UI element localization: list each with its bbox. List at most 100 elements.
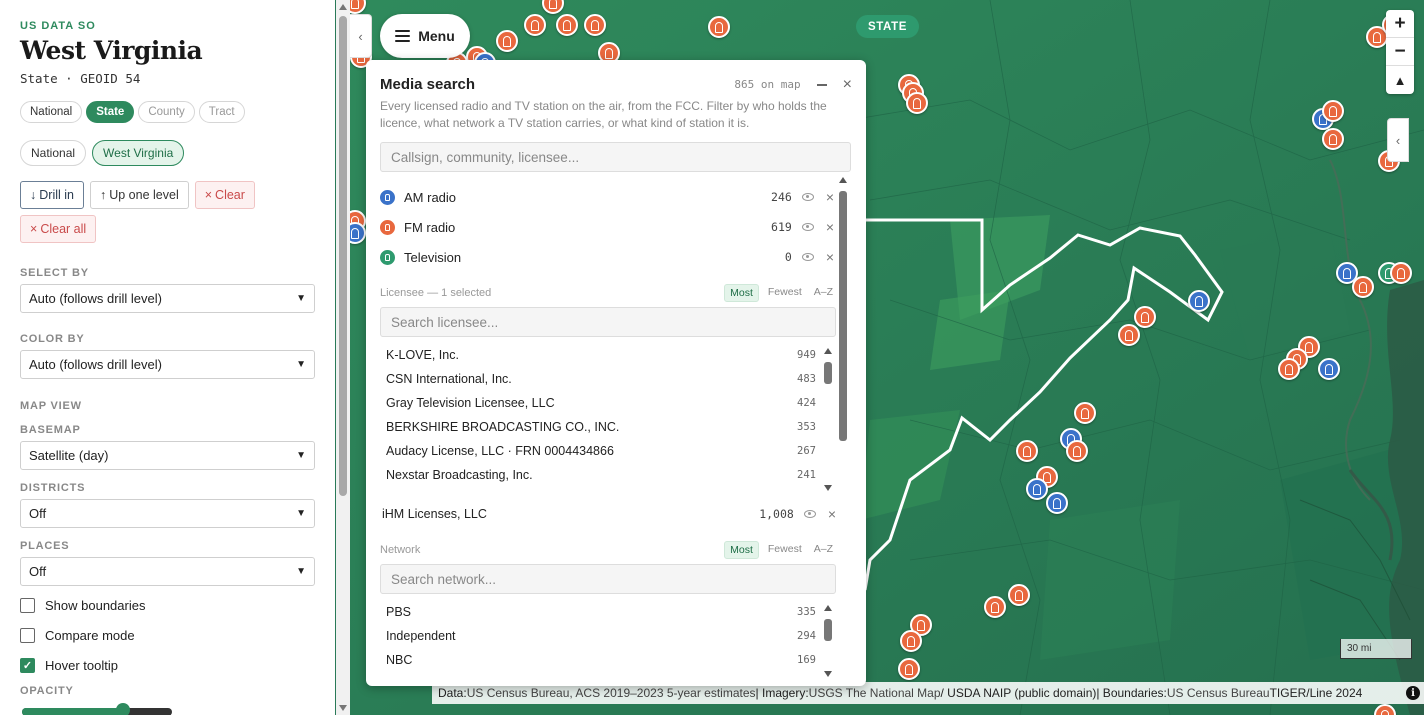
level-county[interactable]: County <box>138 101 195 123</box>
compare-mode-toggle[interactable]: Compare mode <box>20 628 315 643</box>
menu-button[interactable]: Menu <box>380 14 470 58</box>
fm-station-marker[interactable] <box>524 14 546 36</box>
am-station-marker[interactable] <box>1046 492 1068 514</box>
color-by-dropdown[interactable]: Auto (follows drill level) ▼ <box>20 350 315 379</box>
close-icon[interactable]: × <box>828 507 836 521</box>
list-item[interactable]: Audacy License, LLC · FRN 0004434866 267 <box>386 439 816 463</box>
network-list-scrollbar[interactable] <box>823 605 833 677</box>
am-station-marker[interactable] <box>1026 478 1048 500</box>
list-item[interactable]: Independent 294 <box>386 624 816 648</box>
sidebar-scrollbar[interactable] <box>336 0 350 715</box>
network-search-input[interactable]: Search network... <box>380 564 836 594</box>
basemap-dropdown[interactable]: Satellite (day) ▼ <box>20 441 315 470</box>
fm-station-marker[interactable] <box>1118 324 1140 346</box>
fm-station-marker[interactable] <box>1074 402 1096 424</box>
list-item[interactable]: CSN International, Inc. 483 <box>386 367 816 391</box>
hover-tooltip-checkbox[interactable]: ✓ <box>20 658 35 673</box>
up-one-level-button[interactable]: ↑ Up one level <box>89 181 189 209</box>
scroll-up-icon[interactable] <box>339 4 347 10</box>
list-item[interactable]: Nexstar Broadcasting, Inc. 241 <box>386 463 816 487</box>
show-boundaries-toggle[interactable]: Show boundaries <box>20 598 315 613</box>
attribution-boundaries-link[interactable]: US Census Bureau <box>1167 686 1270 700</box>
sidebar-collapse-button[interactable]: ‹ <box>350 14 372 58</box>
fm-station-marker[interactable] <box>1390 262 1412 284</box>
compare-mode-checkbox[interactable] <box>20 628 35 643</box>
list-item[interactable]: Gray Television Licensee, LLC 424 <box>386 391 816 415</box>
minimize-icon[interactable] <box>816 83 827 86</box>
eye-icon[interactable] <box>801 193 814 201</box>
opacity-label: OPACITY <box>20 685 74 697</box>
districts-dropdown[interactable]: Off ▼ <box>20 499 315 528</box>
fm-station-marker[interactable] <box>708 16 730 38</box>
places-dropdown[interactable]: Off ▼ <box>20 557 315 586</box>
am-station-marker[interactable] <box>1318 358 1340 380</box>
clear-all-button[interactable]: × Clear all <box>20 215 97 243</box>
list-item[interactable]: PBS 335 <box>386 600 816 624</box>
right-panel-expand-button[interactable]: ‹ <box>1387 118 1409 162</box>
reset-north-button[interactable]: ▲ <box>1386 66 1414 94</box>
panel-scroll-thumb[interactable] <box>839 191 847 441</box>
panel-scrollbar[interactable] <box>838 177 848 442</box>
attribution-imagery-link[interactable]: USGS The National Map <box>809 686 941 700</box>
selected-licensee-row[interactable]: iHM Licenses, LLC 1,008 × <box>382 502 836 526</box>
level-national[interactable]: National <box>20 101 83 123</box>
fm-station-marker[interactable] <box>1322 100 1344 122</box>
zoom-in-button[interactable]: + <box>1386 10 1414 38</box>
scroll-down-icon[interactable] <box>339 705 347 711</box>
info-icon[interactable]: i <box>1406 686 1420 700</box>
sidebar-scroll-thumb[interactable] <box>339 16 347 496</box>
list-item[interactable]: NBC 169 <box>386 648 816 672</box>
sort-most[interactable]: Most <box>724 541 759 559</box>
type-row-tv[interactable]: Television 0 × <box>380 246 834 268</box>
sort-fewest[interactable]: Fewest <box>765 541 805 559</box>
close-icon[interactable]: × <box>826 220 834 234</box>
breadcrumb-national[interactable]: National <box>20 140 87 166</box>
fm-station-marker[interactable] <box>1134 306 1156 328</box>
list-item[interactable]: K-LOVE, Inc. 949 <box>386 343 816 367</box>
fm-station-marker[interactable] <box>1352 276 1374 298</box>
fm-station-marker[interactable] <box>900 630 922 652</box>
licensee-scroll-thumb[interactable] <box>824 362 832 384</box>
level-state[interactable]: State <box>86 101 135 123</box>
fm-station-marker[interactable] <box>1278 358 1300 380</box>
eye-icon[interactable] <box>801 223 814 231</box>
select-by-dropdown[interactable]: Auto (follows drill level) ▼ <box>20 284 315 313</box>
hover-tooltip-toggle[interactable]: ✓ Hover tooltip <box>20 658 315 673</box>
show-boundaries-checkbox[interactable] <box>20 598 35 613</box>
fm-station-marker[interactable] <box>1016 440 1038 462</box>
fm-station-marker[interactable] <box>1008 584 1030 606</box>
sort-az[interactable]: A–Z <box>811 541 836 559</box>
breadcrumb-west-virginia[interactable]: West Virginia <box>92 140 185 166</box>
fm-station-marker[interactable] <box>496 30 518 52</box>
list-item[interactable]: BERKSHIRE BROADCASTING CO., INC. 353 <box>386 415 816 439</box>
zoom-out-button[interactable]: − <box>1386 38 1414 66</box>
eye-icon[interactable] <box>803 510 816 518</box>
fm-station-marker[interactable] <box>906 92 928 114</box>
level-tract[interactable]: Tract <box>198 101 245 123</box>
drill-in-button[interactable]: ↓ Drill in <box>20 181 84 209</box>
attribution-data-link[interactable]: US Census Bureau, ACS 2019–2023 5-year e… <box>467 686 756 700</box>
network-scroll-thumb[interactable] <box>824 619 832 641</box>
sort-az[interactable]: A–Z <box>811 284 836 302</box>
opacity-slider-thumb[interactable] <box>115 703 130 715</box>
callsign-search-input[interactable]: Callsign, community, licensee... <box>380 142 851 172</box>
fm-station-marker[interactable] <box>556 14 578 36</box>
fm-station-marker[interactable] <box>898 658 920 680</box>
opacity-slider[interactable] <box>22 708 172 715</box>
close-icon[interactable]: × <box>826 250 834 264</box>
eye-icon[interactable] <box>801 253 814 261</box>
fm-station-marker[interactable] <box>584 14 606 36</box>
close-icon[interactable]: × <box>843 76 852 93</box>
clear-button[interactable]: × Clear <box>194 181 255 209</box>
sort-fewest[interactable]: Fewest <box>765 284 805 302</box>
am-station-marker[interactable] <box>1188 290 1210 312</box>
licensee-list-scrollbar[interactable] <box>823 348 833 491</box>
fm-station-marker[interactable] <box>1322 128 1344 150</box>
close-icon[interactable]: × <box>826 190 834 204</box>
fm-station-marker[interactable] <box>1066 440 1088 462</box>
type-row-am[interactable]: AM radio 246 × <box>380 186 834 208</box>
sort-most[interactable]: Most <box>724 284 759 302</box>
fm-station-marker[interactable] <box>984 596 1006 618</box>
type-row-fm[interactable]: FM radio 619 × <box>380 216 834 238</box>
licensee-search-input[interactable]: Search licensee... <box>380 307 836 337</box>
